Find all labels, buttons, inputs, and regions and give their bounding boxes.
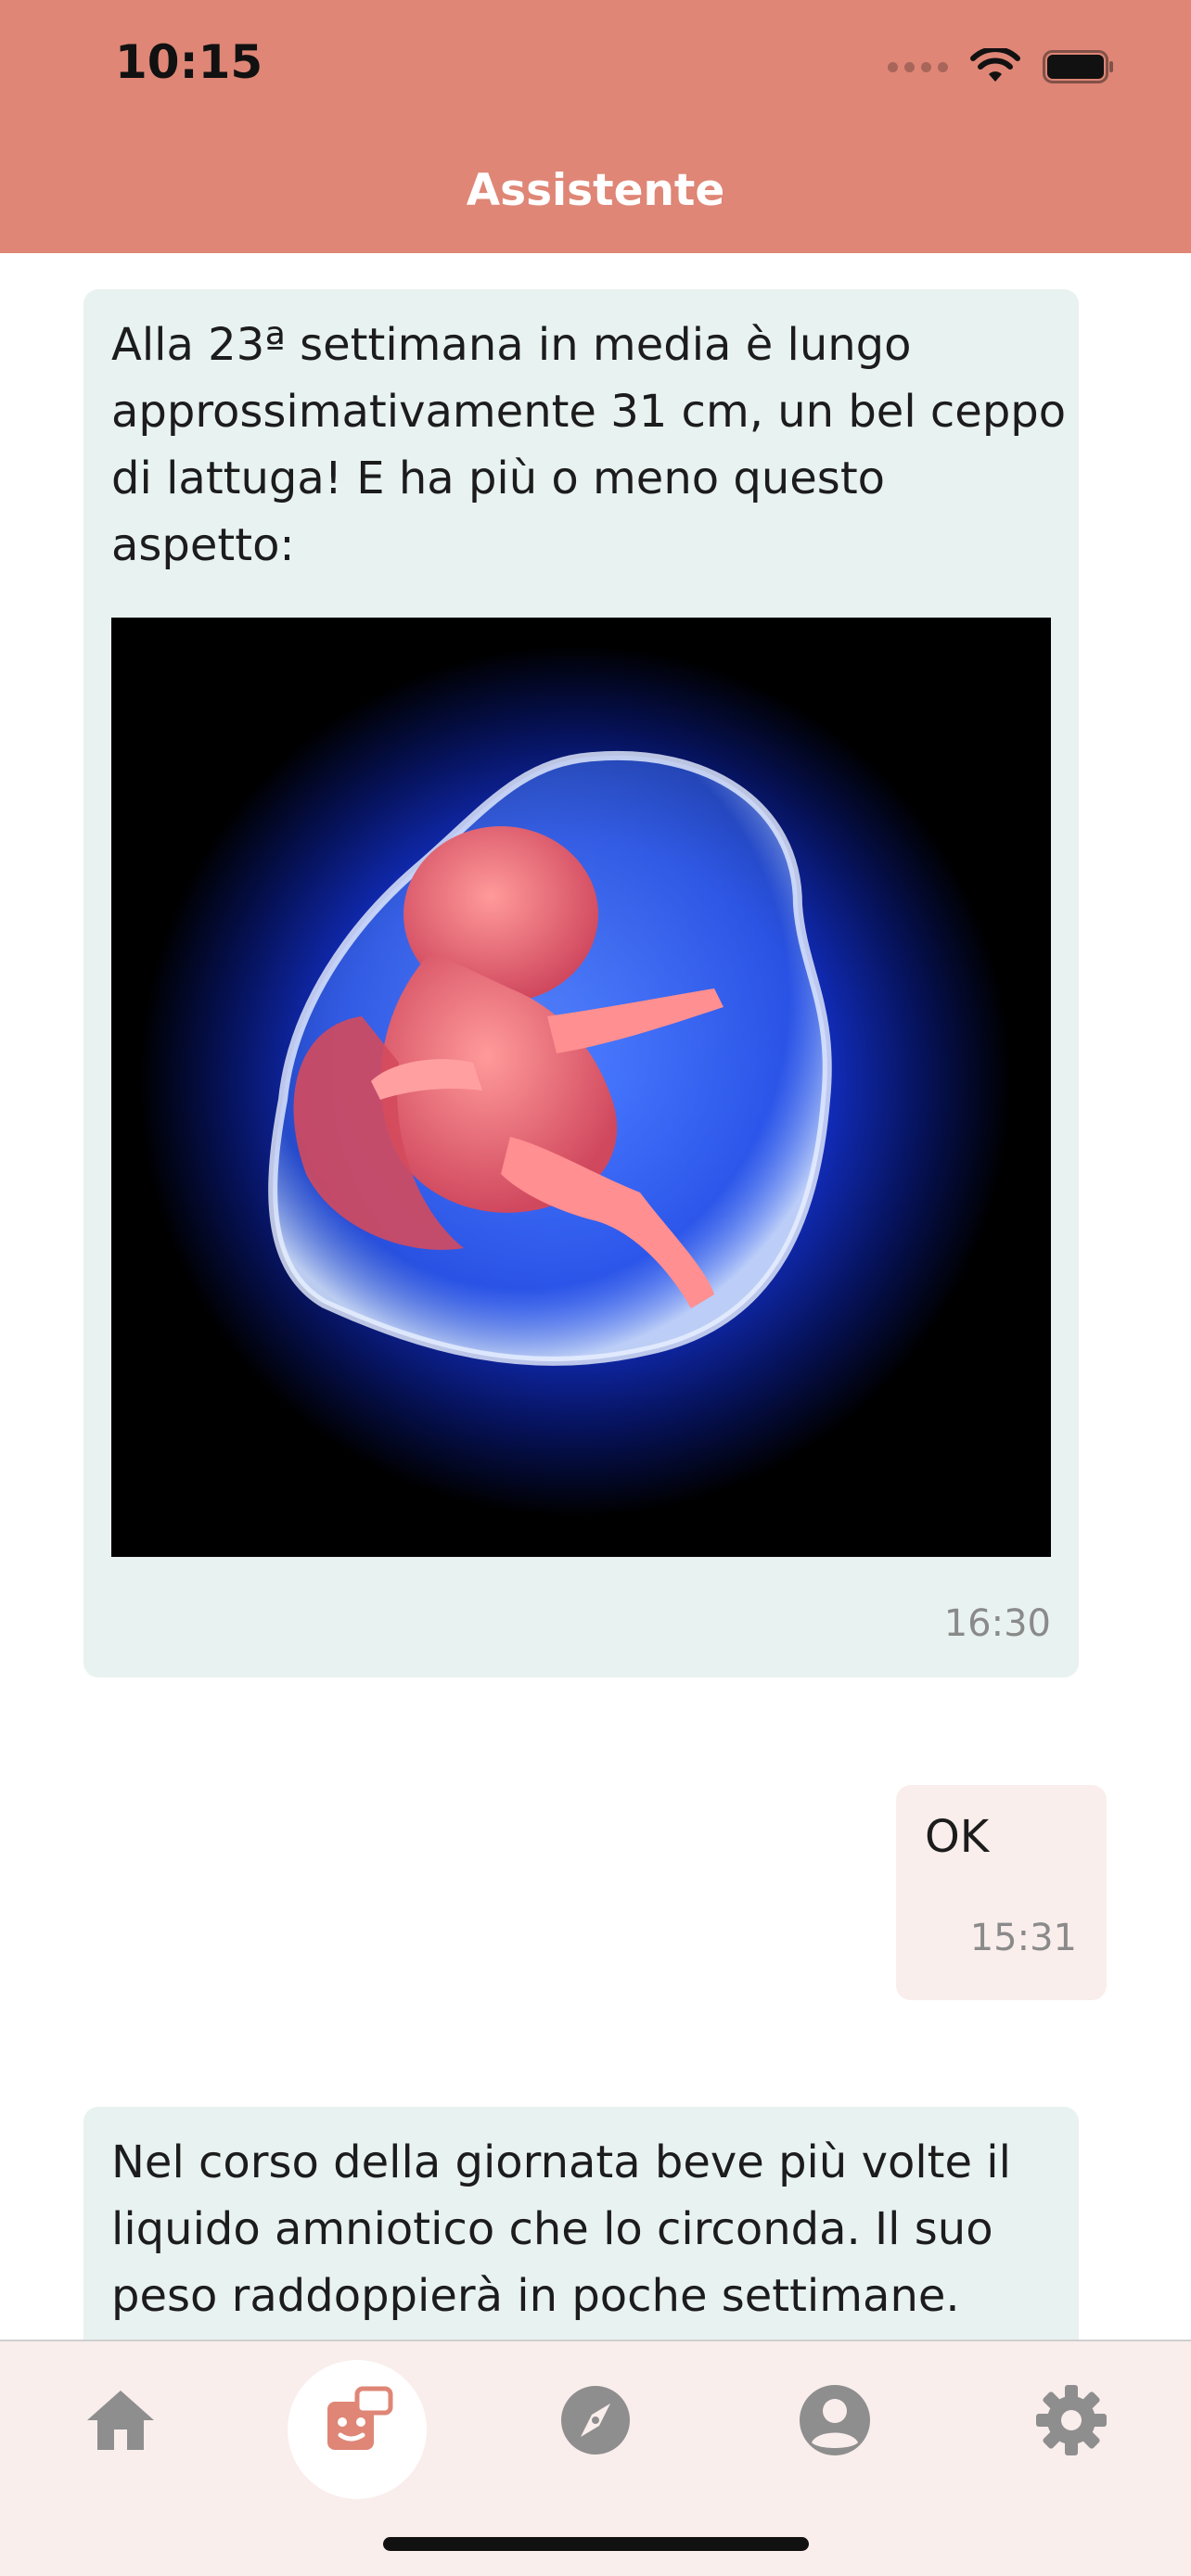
- tab-assistant[interactable]: [320, 2383, 394, 2457]
- tab-settings[interactable]: [1034, 2383, 1108, 2457]
- tab-explore[interactable]: [558, 2383, 633, 2457]
- wifi-icon: [970, 48, 1020, 82]
- home-icon: [87, 2391, 154, 2450]
- status-time: 10:15: [115, 35, 263, 89]
- message-time: 16:30: [943, 1602, 1051, 1645]
- compass-icon: [561, 2386, 630, 2455]
- fetus-illustration[interactable]: [111, 618, 1051, 1557]
- message-line: Alla 23ª settimana in media è lungo: [111, 319, 912, 371]
- tab-home[interactable]: [83, 2383, 158, 2457]
- battery-icon: [1043, 50, 1113, 83]
- message-line: approssimativamente 31 cm, un bel ceppo: [111, 386, 1067, 438]
- message-time: 15:31: [969, 1917, 1077, 1959]
- message-line: liquido amniotico che lo circonda. Il su…: [111, 2203, 993, 2255]
- assistant-message: Nel corso della giornata beve più volte …: [83, 2107, 1079, 2340]
- chat-area[interactable]: Alla 23ª settimana in media è lungo appr…: [0, 253, 1191, 2340]
- home-indicator[interactable]: [383, 2537, 809, 2551]
- message-text: Alla 23ª settimana in media è lungo appr…: [111, 312, 1066, 579]
- message-text: OK: [925, 1811, 990, 1863]
- message-text: Nel corso della giornata beve più volte …: [111, 2129, 1011, 2329]
- user-message: OK 15:31: [896, 1785, 1107, 2000]
- assistant-message: Alla 23ª settimana in media è lungo appr…: [83, 289, 1079, 1677]
- page-title: Assistente: [466, 165, 725, 216]
- status-icons: [888, 46, 1115, 87]
- gear-icon: [1036, 2385, 1107, 2455]
- message-line: aspetto:: [111, 519, 295, 571]
- assistant-robot-icon: [327, 2386, 393, 2450]
- header: 10:15 Assistente: [0, 0, 1191, 253]
- profile-icon: [800, 2385, 870, 2455]
- tab-profile[interactable]: [798, 2383, 872, 2457]
- message-line: Nel corso della giornata beve più volte …: [111, 2136, 1011, 2188]
- message-line: di lattuga! E ha più o meno questo: [111, 453, 885, 504]
- message-line: peso raddoppierà in poche settimane.: [111, 2270, 960, 2322]
- signal-icon: [888, 61, 948, 72]
